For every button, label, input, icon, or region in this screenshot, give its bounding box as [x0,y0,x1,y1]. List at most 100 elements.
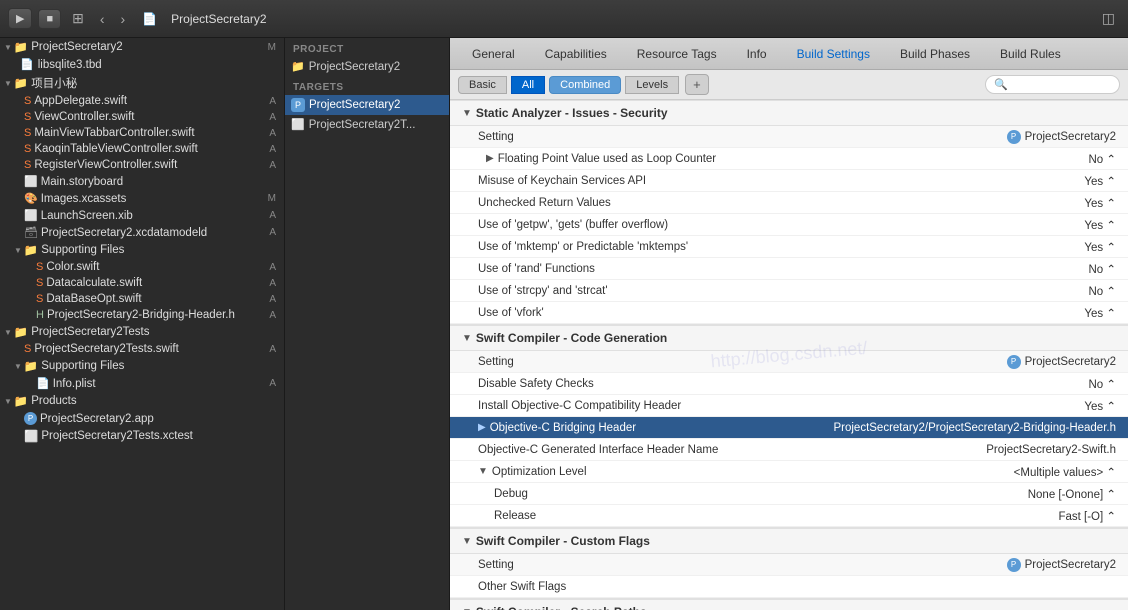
row-value: Yes ⌃ [1084,174,1116,188]
sidebar-item-register[interactable]: S RegisterViewController.swift A [0,157,284,173]
build-row-interface-header[interactable]: Objective-C Generated Interface Header N… [450,439,1128,461]
toolbar: ▶ ■ ⊞ ‹ › 📄 ProjectSecretary2 ◫ [0,0,1128,38]
tab-build-phases[interactable]: Build Phases [886,42,984,66]
build-settings-content: http://blog.csdn.net/ ▼ Static Analyzer … [450,100,1128,610]
toolbar-back[interactable]: ‹ [95,9,110,29]
sidebar-item-xctest[interactable]: ⬜ ProjectSecretary2Tests.xctest [0,427,284,445]
target-item-main[interactable]: P ProjectSecretary2 [285,95,449,115]
build-row-getpw[interactable]: Use of 'getpw', 'gets' (buffer overflow)… [450,214,1128,236]
tab-info[interactable]: Info [733,42,781,66]
row-value: Yes ⌃ [1084,399,1116,413]
sidebar-label: ProjectSecretary2.app [40,413,154,425]
row-setting: Use of 'getpw', 'gets' (buffer overflow) [478,219,1084,231]
row-setting: Setting [478,559,1007,571]
filter-combined[interactable]: Combined [549,76,621,94]
sidebar-item-supporting-files-1[interactable]: ▼ 📁 Supporting Files [0,241,284,259]
row-value: No ⌃ [1088,262,1116,276]
sidebar-item-app[interactable]: P ProjectSecretary2.app [0,410,284,427]
build-row-install-objc[interactable]: Install Objective-C Compatibility Header… [450,395,1128,417]
filter-all[interactable]: All [511,76,545,94]
build-row-unchecked[interactable]: Unchecked Return Values Yes ⌃ [450,192,1128,214]
sidebar-label: Info.plist [53,378,96,390]
row-setting: Objective-C Generated Interface Header N… [478,444,986,456]
sidebar-group-main[interactable]: ▼ 📁 项目小秘 [0,73,284,93]
sidebar-item-appdelegate[interactable]: S AppDelegate.swift A [0,93,284,109]
row-value: Yes ⌃ [1084,240,1116,254]
row-setting: Use of 'strcpy' and 'strcat' [478,285,1088,297]
tab-capabilities[interactable]: Capabilities [531,42,621,66]
build-row-other-swift-flags[interactable]: Other Swift Flags [450,576,1128,598]
toolbar-forward[interactable]: › [116,9,131,29]
row-value: No ⌃ [1088,284,1116,298]
search-input[interactable] [1011,79,1111,91]
target-item-tests[interactable]: ⬜ ProjectSecretary2T... [285,115,449,134]
sidebar-item-root-project[interactable]: ▼ 📁 ProjectSecretary2 M [0,38,284,56]
project-badge: P [1007,130,1021,144]
row-setting: Other Swift Flags [478,581,1116,593]
sidebar-label: ProjectSecretary2.xcdatamodeld [41,227,207,239]
build-row-vfork[interactable]: Use of 'vfork' Yes ⌃ [450,302,1128,324]
tab-resource-tags[interactable]: Resource Tags [623,42,731,66]
section-title: Swift Compiler - Custom Flags [476,534,650,548]
section-header-swift-search[interactable]: ▼ Swift Compiler - Search Paths [450,599,1128,610]
section-header-swift-custom[interactable]: ▼ Swift Compiler - Custom Flags [450,528,1128,554]
row-setting: Unchecked Return Values [478,197,1084,209]
section-title: Swift Compiler - Search Paths [476,605,647,610]
toolbar-panel-toggle[interactable]: ◫ [1097,8,1120,29]
build-row-release[interactable]: Release Fast [-O] ⌃ [450,505,1128,527]
project-item-main[interactable]: 📁 ProjectSecretary2 [285,57,449,76]
sidebar-item-datamodel[interactable]: 🗃 ProjectSecretary2.xcdatamodeld A [0,224,284,241]
build-row-debug[interactable]: Debug None [-Onone] ⌃ [450,483,1128,505]
sidebar-item-supporting-files-2[interactable]: ▼ 📁 Supporting Files [0,357,284,375]
sidebar-item-datacalculate[interactable]: S Datacalculate.swift A [0,275,284,291]
sidebar-item-main-storyboard[interactable]: ⬜ Main.storyboard [0,173,284,190]
sidebar-item-images[interactable]: 🎨 Images.xcassets M [0,190,284,207]
sidebar-label: KaoqinTableViewController.swift [34,143,197,155]
sidebar-item-mainviewtabbar[interactable]: S MainViewTabbarController.swift A [0,125,284,141]
section-header-swift-codegen[interactable]: ▼ Swift Compiler - Code Generation [450,325,1128,351]
sidebar-item-kaoqin[interactable]: S KaoqinTableViewController.swift A [0,141,284,157]
row-setting: Setting [478,131,1007,143]
toolbar-run[interactable]: ▶ [8,8,32,29]
sidebar-label: Images.xcassets [41,193,127,205]
tab-build-rules[interactable]: Build Rules [986,42,1075,66]
sidebar-item-viewcontroller[interactable]: S ViewController.swift A [0,109,284,125]
project-section-label: PROJECT [285,38,449,57]
sidebar-label: LaunchScreen.xib [41,210,133,222]
build-row-floating[interactable]: ▶ Floating Point Value used as Loop Coun… [450,148,1128,170]
row-value: Yes ⌃ [1084,196,1116,210]
row-value: Yes ⌃ [1084,306,1116,320]
tab-general[interactable]: General [458,42,529,66]
filter-levels[interactable]: Levels [625,76,679,94]
sidebar-label: AppDelegate.swift [34,95,127,107]
sidebar-group-tests[interactable]: ▼ 📁 ProjectSecretary2Tests [0,323,284,341]
sidebar-group-products[interactable]: ▼ 📁 Products [0,392,284,410]
build-row-rand[interactable]: Use of 'rand' Functions No ⌃ [450,258,1128,280]
row-value: None [-Onone] ⌃ [1028,487,1116,501]
sidebar-item-databaseopt[interactable]: S DataBaseOpt.swift A [0,291,284,307]
build-row-disable-safety[interactable]: Disable Safety Checks No ⌃ [450,373,1128,395]
build-row-bridging-header[interactable]: ▶ Objective-C Bridging Header ProjectSec… [450,417,1128,439]
sidebar-item-bridging-header[interactable]: H ProjectSecretary2-Bridging-Header.h A [0,307,284,323]
build-row-keychain[interactable]: Misuse of Keychain Services API Yes ⌃ [450,170,1128,192]
sidebar-item-tests-swift[interactable]: S ProjectSecretary2Tests.swift A [0,341,284,357]
sidebar-label: ProjectSecretary2 [31,41,122,53]
build-row-strcpy[interactable]: Use of 'strcpy' and 'strcat' No ⌃ [450,280,1128,302]
section-header-static-analyzer[interactable]: ▼ Static Analyzer - Issues - Security [450,100,1128,126]
build-row-opt-level[interactable]: ▼ Optimization Level <Multiple values> ⌃ [450,461,1128,483]
sidebar-item-libsqlite[interactable]: 📄 libsqlite3.tbd [0,56,284,73]
section-title: Swift Compiler - Code Generation [476,331,667,345]
tab-build-settings[interactable]: Build Settings [783,42,884,66]
project-badge: P [1007,558,1021,572]
add-setting-button[interactable]: + [685,74,709,95]
build-row-header-3: Setting P ProjectSecretary2 [450,554,1128,576]
toolbar-scheme[interactable]: ⊞ [67,8,89,29]
sidebar-item-launchscreen[interactable]: ⬜ LaunchScreen.xib A [0,207,284,224]
toolbar-stop[interactable]: ■ [38,9,61,29]
filter-basic[interactable]: Basic [458,76,507,94]
build-row-mktemp[interactable]: Use of 'mktemp' or Predictable 'mktemps'… [450,236,1128,258]
sidebar-item-color[interactable]: S Color.swift A [0,259,284,275]
target-item-tests-label: ProjectSecretary2T... [309,119,416,131]
tab-bar: General Capabilities Resource Tags Info … [450,38,1128,70]
sidebar-item-info-plist[interactable]: 📄 Info.plist A [0,375,284,392]
